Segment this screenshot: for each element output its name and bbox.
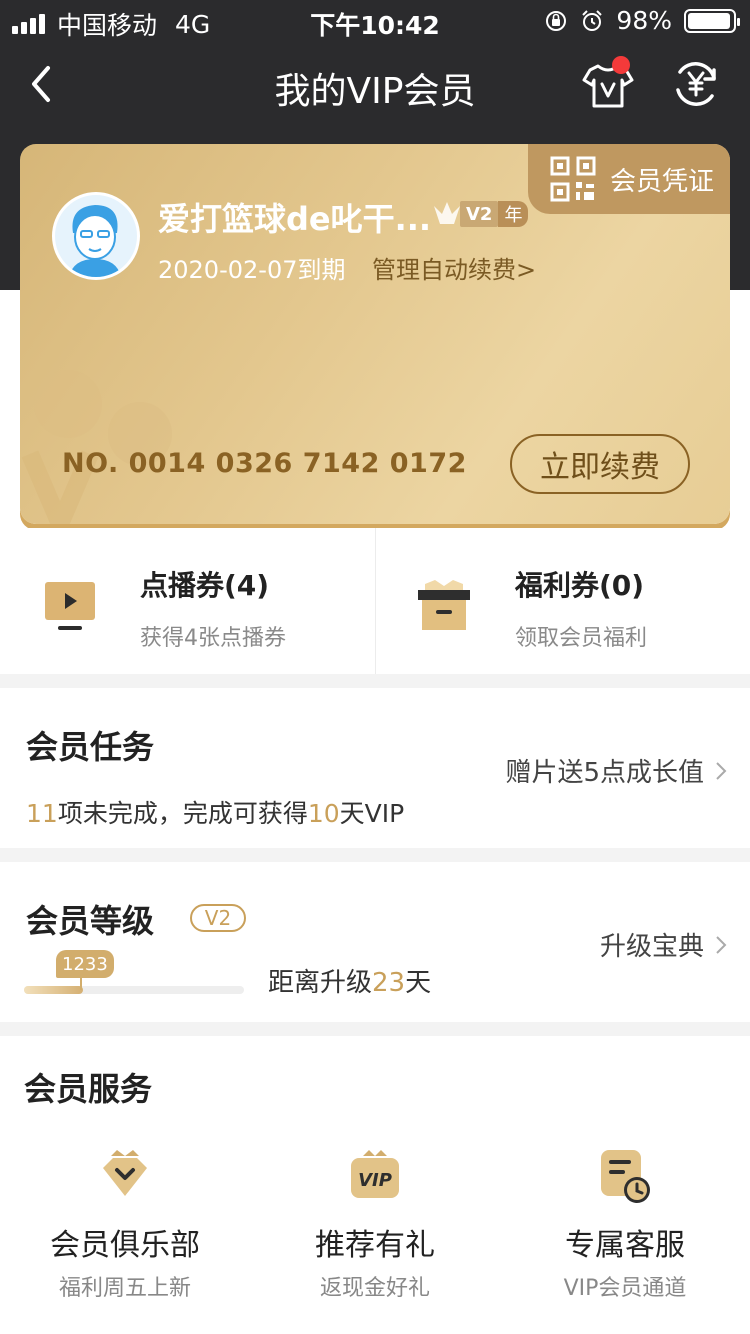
alarm-icon	[582, 9, 603, 31]
service-subtitle: 返现金好礼	[319, 1276, 430, 1301]
username: 爱打篮球de叱干...	[158, 200, 432, 238]
battery-label: 98%	[616, 6, 672, 35]
service-referral[interactable]: VIP 推荐有礼 返现金好礼	[250, 1146, 500, 1306]
points-bubble: 1233	[56, 950, 114, 978]
level-badge: V2	[190, 904, 246, 932]
battery-icon	[684, 8, 740, 33]
service-title: 会员俱乐部	[50, 1228, 200, 1263]
tasks-right-link[interactable]: 赠片送5点成长值	[505, 752, 728, 789]
level-tag: V2	[460, 201, 499, 227]
service-title: 专属客服	[565, 1228, 685, 1263]
crown-diamond-icon	[103, 1150, 147, 1196]
remain-suffix: 天	[405, 968, 432, 998]
notification-dot	[612, 56, 630, 74]
vip-card: 会员凭证 爱打篮球de叱干... V2 年 2020-02-07到期 管理自动续…	[20, 144, 730, 524]
service-subtitle: 福利周五上新	[58, 1276, 191, 1301]
welfare-coupon-title: 福利券(0)	[515, 569, 645, 602]
card-decoration-icon	[21, 370, 172, 524]
service-clock-icon	[601, 1150, 650, 1203]
welfare-coupon-subtitle: 领取会员福利	[515, 626, 648, 651]
vod-coupon-subtitle: 获得4张点播券	[140, 626, 286, 651]
tasks-title: 会员任务	[26, 728, 155, 766]
manage-auto-renew-link[interactable]: 管理自动续费>	[372, 250, 536, 285]
status-right: 98%	[544, 6, 740, 35]
level-progress-bar	[24, 986, 244, 994]
service-title: 推荐有礼	[315, 1228, 435, 1263]
yen-refresh-icon[interactable]	[670, 58, 722, 110]
orientation-lock-icon	[546, 10, 567, 31]
incomplete-count: 11	[26, 799, 58, 828]
remain-days: 23	[372, 968, 406, 998]
vod-coupon[interactable]: 点播券(4) 获得4张点播券	[0, 528, 375, 674]
page-title: 我的VIP会员	[274, 71, 476, 112]
reward-days: 10	[307, 799, 340, 828]
remain-prefix: 距离升级	[268, 968, 373, 998]
vip-icon: VIP	[351, 1150, 399, 1198]
crown-icon	[434, 202, 460, 224]
nav-bar: 我的VIP会员	[0, 44, 750, 124]
services-title: 会员服务	[24, 1070, 153, 1108]
incomplete-text: 项未完成，完成可获得	[57, 799, 308, 828]
welfare-coupon[interactable]: 福利券(0) 领取会员福利	[375, 528, 750, 674]
svg-text:VIP: VIP	[358, 1170, 392, 1191]
member-tasks-section[interactable]: 会员任务 赠片送5点成长值 11项未完成，完成可获得10天VIP	[0, 688, 750, 848]
progress-marker	[80, 976, 82, 990]
member-certificate-button[interactable]: 会员凭证	[528, 144, 730, 214]
gift-box-icon	[418, 580, 470, 630]
status-bar: 中国移动 4G 下午10:42 98%	[0, 0, 750, 40]
reward-suffix: 天VIP	[339, 799, 405, 828]
level-right-label: 升级宝典	[599, 932, 704, 962]
vod-coupon-title: 点播券(4)	[140, 569, 270, 602]
level-unit: 年	[498, 201, 529, 227]
coupon-row: 点播券(4) 获得4张点播券 福利券(0) 领取会员福利	[0, 528, 750, 674]
level-remaining: 距离升级23天	[268, 962, 431, 999]
certificate-label: 会员凭证	[610, 166, 715, 197]
chevron-right-icon	[716, 761, 727, 780]
renew-button[interactable]: 立即续费	[510, 434, 690, 494]
qr-code-icon	[550, 156, 596, 202]
member-services-section: 会员服务 会员俱乐部 福利周五上新 VIP 推荐有礼 返现金好礼 专属客服 VI…	[0, 1036, 750, 1334]
play-screen-icon	[45, 582, 95, 630]
level-progress-fill	[24, 986, 84, 994]
avatar-face-icon	[69, 205, 121, 277]
member-level-section[interactable]: 会员等级 V2 升级宝典 1233 距离升级23天	[0, 862, 750, 1022]
service-subtitle: VIP会员通道	[563, 1276, 687, 1301]
tasks-subtitle: 11项未完成，完成可获得10天VIP	[26, 794, 404, 830]
card-number: NO. 0014 0326 7142 0172	[62, 448, 467, 479]
chevron-right-icon	[716, 935, 727, 954]
vip-level-badge: V2 年	[432, 200, 529, 228]
service-customer-support[interactable]: 专属客服 VIP会员通道	[500, 1146, 750, 1306]
level-right-link[interactable]: 升级宝典	[600, 926, 728, 963]
tasks-right-label: 赠片送5点成长值	[505, 758, 704, 788]
service-member-club[interactable]: 会员俱乐部 福利周五上新	[0, 1146, 250, 1306]
level-title: 会员等级	[26, 902, 155, 940]
expire-date: 2020-02-07到期	[158, 256, 346, 284]
avatar[interactable]	[52, 192, 140, 280]
